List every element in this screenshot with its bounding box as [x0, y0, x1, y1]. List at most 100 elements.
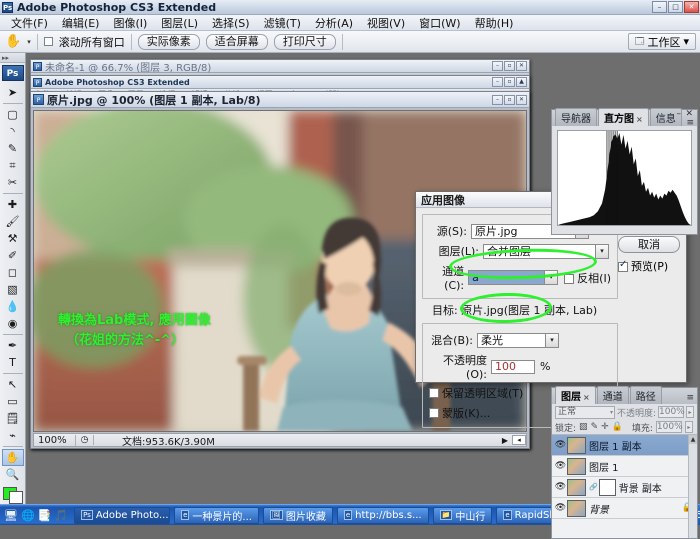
taskbar-button-3[interactable]: ehttp://bbs.s...: [337, 507, 429, 524]
opacity-stepper-icon[interactable]: ▸: [686, 406, 694, 418]
marquee-tool[interactable]: ▢: [2, 106, 24, 123]
preview-row[interactable]: 预览(P): [618, 258, 680, 274]
layers-panel[interactable]: ≡ 图层×通道路径 正常 ▾ 不透明度: 100% ▸ 锁定: ▨ ✎ ✛ 🔒 …: [551, 387, 698, 539]
taskbar-button-0[interactable]: PsAdobe Photo...: [74, 507, 170, 524]
dodge-tool[interactable]: ◉: [2, 315, 24, 332]
layer-row[interactable]: 👁图层 1: [552, 456, 697, 477]
lock-transparent-icon[interactable]: ▨: [579, 422, 588, 432]
blend-chevron-down-icon[interactable]: ▾: [545, 334, 558, 347]
rectangle-tool[interactable]: ▭: [2, 393, 24, 410]
photo-close-button[interactable]: ✕: [516, 95, 527, 105]
menu-item-7[interactable]: 视图(V): [360, 14, 412, 32]
hand-tool[interactable]: ✋: [2, 449, 24, 466]
eraser-tool[interactable]: ◻: [2, 264, 24, 281]
photo-minimize-button[interactable]: –: [492, 95, 503, 105]
quick-launch-icon-0[interactable]: 🖥: [4, 509, 18, 522]
channel-select[interactable]: a ▾: [468, 270, 558, 285]
pen-tool[interactable]: ✒: [2, 337, 24, 354]
maximize-button[interactable]: □: [668, 1, 683, 13]
preserve-transparency-checkbox[interactable]: [429, 388, 439, 398]
panel-menu-icon[interactable]: ≡: [686, 118, 694, 128]
clone-stamp-tool[interactable]: ⚒: [2, 230, 24, 247]
lock-all-icon[interactable]: 🔒: [612, 422, 623, 432]
blend-mode-select[interactable]: 柔光 ▾: [477, 333, 559, 348]
doc-minimize-button[interactable]: –: [492, 61, 503, 71]
status-expand-arrow-icon[interactable]: ▶: [498, 436, 512, 445]
layer-visibility-eye-icon[interactable]: 👁: [554, 461, 567, 471]
layer-row[interactable]: 👁图层 1 副本: [552, 435, 697, 456]
lasso-tool[interactable]: ◝: [2, 123, 24, 140]
move-tool[interactable]: ➤: [2, 84, 24, 101]
photo-restore-button[interactable]: ▫: [504, 95, 515, 105]
blur-tool[interactable]: 💧: [2, 298, 24, 315]
layers-panel-menu-icon[interactable]: ≡: [686, 393, 694, 403]
panel-minimize-icon[interactable]: –: [677, 109, 682, 119]
quick-launch-icon-1[interactable]: 🌐: [21, 509, 35, 522]
nested-restore-button[interactable]: ▫: [504, 77, 515, 87]
minimize-button[interactable]: –: [652, 1, 667, 13]
quick-launch-icon-2[interactable]: 📑: [38, 509, 52, 522]
histogram-panel[interactable]: – ✕ ≡ 导航器直方图×信息: [551, 109, 698, 235]
layer-visibility-eye-icon[interactable]: 👁: [554, 440, 567, 450]
scroll-up-icon[interactable]: ▲: [689, 435, 697, 444]
toolbox-grip[interactable]: ▸▸: [0, 53, 25, 63]
nested-maximize-button[interactable]: ▲: [516, 77, 527, 87]
opacity-input[interactable]: 100: [491, 360, 535, 374]
fit-screen-button[interactable]: 适合屏幕: [206, 34, 268, 50]
layer-list[interactable]: 👁图层 1 副本👁图层 1👁🔗背景 副本👁背景🔒 ▲: [552, 435, 697, 538]
layer-visibility-eye-icon[interactable]: 👁: [554, 503, 567, 513]
layers-tab-2[interactable]: 路径: [630, 386, 662, 404]
doc-restore-button[interactable]: ▫: [504, 61, 515, 71]
nested-minimize-button[interactable]: –: [492, 77, 503, 87]
layer-blend-mode-select[interactable]: 正常 ▾: [555, 406, 615, 419]
layers-tab-0[interactable]: 图层×: [555, 386, 596, 404]
channel-chevron-down-icon[interactable]: ▾: [544, 271, 557, 284]
menu-item-1[interactable]: 编辑(E): [55, 14, 107, 32]
eyedropper-tool[interactable]: ⌁: [2, 427, 24, 444]
lock-position-icon[interactable]: ✛: [601, 422, 609, 432]
preview-checkbox[interactable]: [618, 262, 628, 272]
scroll-all-windows-checkbox[interactable]: [44, 37, 53, 46]
magic-wand-tool[interactable]: ✎: [2, 140, 24, 157]
workspace-button[interactable]: 🗔 工作区 ▾: [628, 33, 696, 50]
layer-row[interactable]: 👁背景🔒: [552, 498, 697, 519]
layer-visibility-eye-icon[interactable]: 👁: [554, 482, 567, 492]
healing-brush-tool[interactable]: ✚: [2, 196, 24, 213]
taskbar-button-4[interactable]: 📁中山行: [433, 507, 493, 524]
background-color-swatch[interactable]: [9, 491, 23, 504]
cancel-button[interactable]: 取消: [618, 236, 680, 253]
type-tool[interactable]: T: [2, 354, 24, 371]
doc-close-button[interactable]: ✕: [516, 61, 527, 71]
zoom-tool[interactable]: 🔍: [2, 466, 24, 483]
menu-item-0[interactable]: 文件(F): [4, 14, 55, 32]
menu-item-3[interactable]: 图层(L): [154, 14, 205, 32]
layer-select[interactable]: 合并图层 ▾: [483, 244, 609, 259]
close-button[interactable]: ✕: [684, 1, 699, 13]
fill-value[interactable]: 100%: [656, 421, 682, 433]
notes-tool[interactable]: 🗒: [2, 410, 24, 427]
path-selection-tool[interactable]: ↖: [2, 376, 24, 393]
color-swatches[interactable]: [3, 487, 23, 504]
fill-stepper-icon[interactable]: ▸: [685, 421, 693, 433]
brush-tool[interactable]: 🖌: [2, 213, 24, 230]
menu-item-8[interactable]: 窗口(W): [412, 14, 467, 32]
layer-mask-link-icon[interactable]: 🔗: [589, 483, 598, 491]
taskbar-button-1[interactable]: e一种景片的...: [174, 507, 259, 524]
menu-item-4[interactable]: 选择(S): [205, 14, 257, 32]
menu-item-5[interactable]: 滤镜(T): [257, 14, 308, 32]
invert-checkbox-wrapper[interactable]: 反相(I): [564, 270, 611, 286]
layer-row[interactable]: 👁🔗背景 副本: [552, 477, 697, 498]
status-resize-grip[interactable]: ◂: [512, 435, 526, 445]
layers-scrollbar[interactable]: ▲: [688, 435, 697, 538]
actual-pixels-button[interactable]: 实际像素: [138, 34, 200, 50]
slice-tool[interactable]: ✂: [2, 174, 24, 191]
crop-tool[interactable]: ⌗: [2, 157, 24, 174]
close-icon[interactable]: ×: [636, 115, 643, 124]
close-icon[interactable]: ×: [583, 393, 590, 402]
histogram-tab-0[interactable]: 导航器: [555, 108, 597, 126]
mask-checkbox[interactable]: [429, 408, 439, 418]
tool-preset-chevron-icon[interactable]: ▾: [27, 38, 31, 46]
layer-chevron-down-icon[interactable]: ▾: [595, 245, 608, 258]
menu-item-9[interactable]: 帮助(H): [468, 14, 521, 32]
lock-image-icon[interactable]: ✎: [591, 422, 599, 432]
